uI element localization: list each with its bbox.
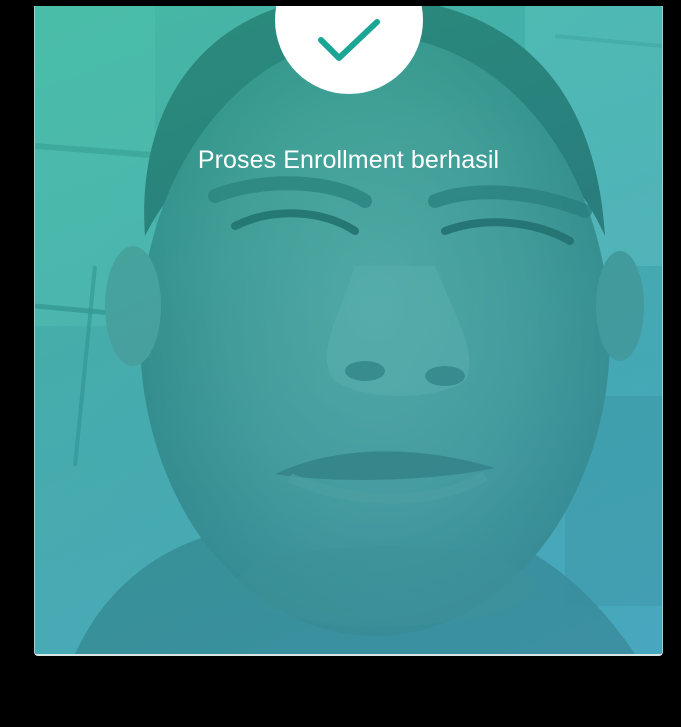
- camera-preview: Proses Enrollment berhasil: [34, 6, 663, 656]
- success-tint-overlay: [35, 6, 662, 654]
- enrollment-screen: Proses Enrollment berhasil: [0, 0, 681, 727]
- enrollment-status-message: Proses Enrollment berhasil: [197, 146, 500, 174]
- bottom-black-area: [0, 656, 681, 727]
- checkmark-icon: [318, 19, 380, 61]
